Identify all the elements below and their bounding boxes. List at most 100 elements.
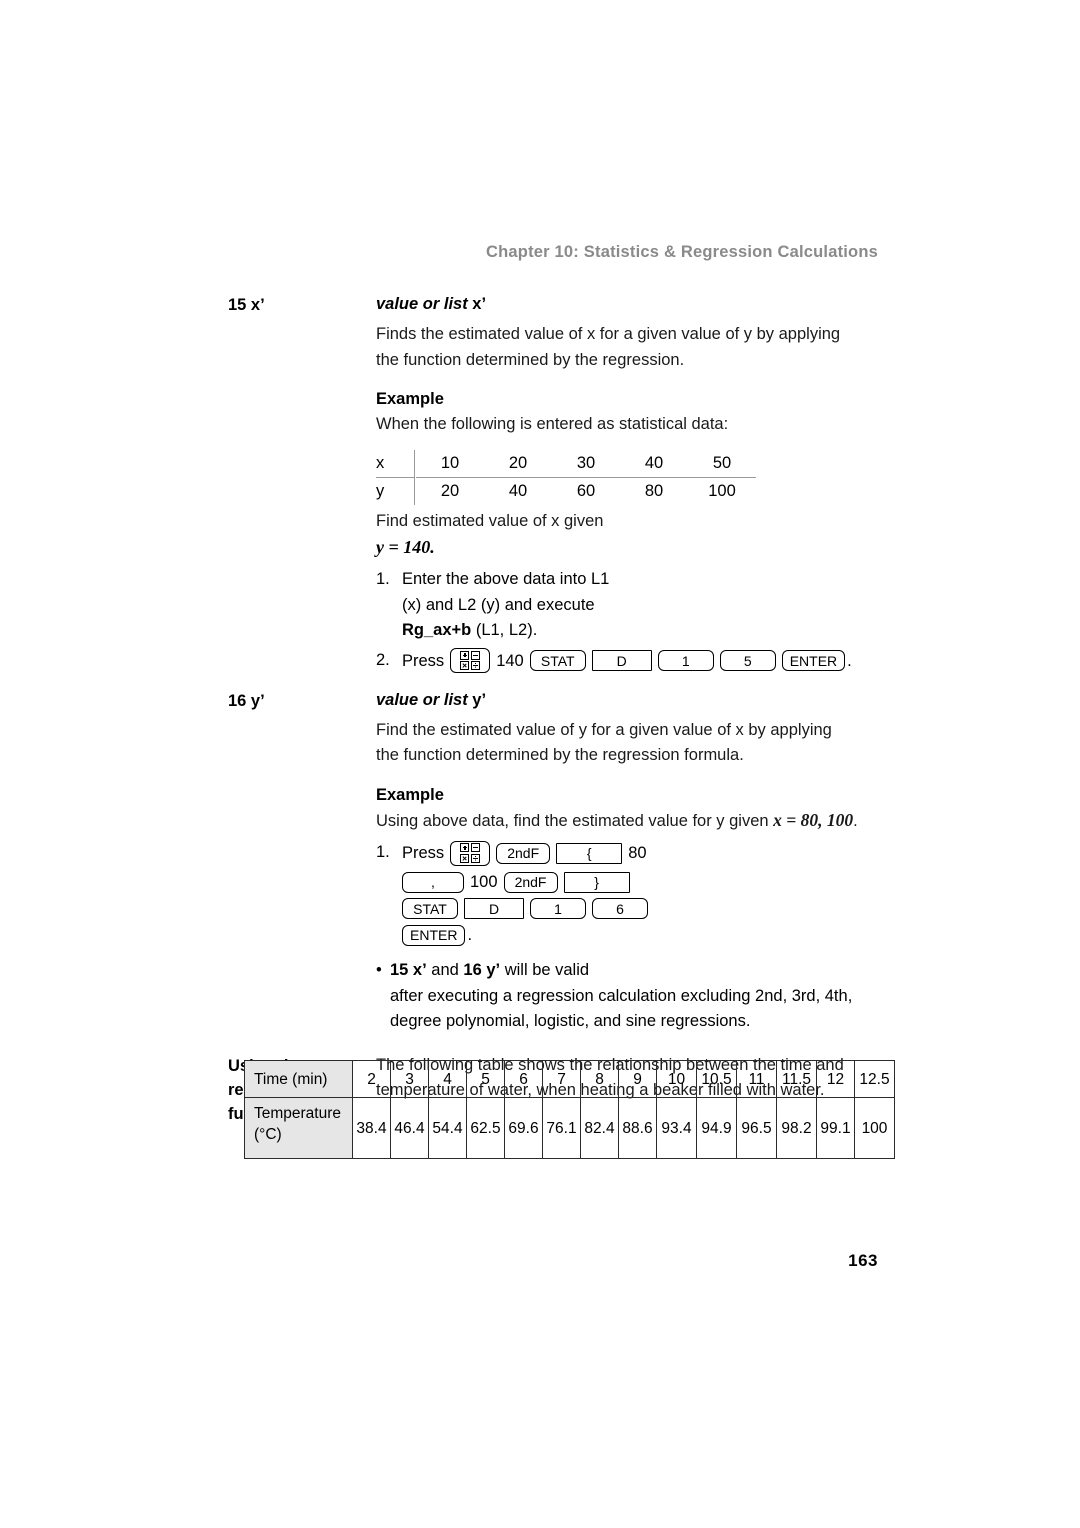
key-enter[interactable]: ENTER	[402, 924, 466, 946]
command-name: Rg_ax+b	[402, 621, 472, 639]
note-line-2: after executing a regression calculation…	[390, 986, 853, 1005]
key-d[interactable]: D	[591, 650, 652, 671]
step-number: 1.	[376, 570, 390, 588]
xy-cell: 40	[620, 449, 688, 478]
key-brace-open[interactable]: {	[556, 842, 623, 864]
table-cell-time: 6	[504, 1060, 543, 1098]
table-cell-temperature: 94.9	[696, 1097, 737, 1159]
key-6[interactable]: 6	[592, 898, 648, 919]
table-cell-temperature: 76.1	[542, 1097, 581, 1159]
key-stat[interactable]: STAT	[402, 898, 458, 919]
xy-cell: 30	[552, 449, 620, 478]
xy-cell: 20	[484, 449, 552, 478]
operator-grid	[460, 650, 480, 671]
divide-icon	[470, 853, 480, 863]
definition-title-y-prime: value or list y’	[376, 688, 888, 712]
key-5[interactable]: 5	[719, 650, 776, 671]
xy-data-table: x 10 20 30 40 50 y 20 40 60 80 100	[376, 449, 756, 505]
table-cell-temperature: 96.5	[736, 1097, 777, 1159]
table-cell-temperature: 99.1	[816, 1097, 855, 1159]
xy-cell: 50	[688, 449, 756, 478]
key-value-140: 140	[496, 651, 524, 670]
table-cell-time: 3	[390, 1060, 429, 1098]
table-cell-time: 11.5	[776, 1060, 817, 1098]
table-cell-temperature: 98.2	[776, 1097, 817, 1159]
table-cell-time: 7	[542, 1060, 581, 1098]
table-cell-time: 10.5	[696, 1060, 737, 1098]
key-comma[interactable]: ,	[402, 871, 464, 893]
example-heading-y-prime: Example	[376, 785, 444, 804]
table-row-temperature: Temperature (°C) 38.4 46.4 54.4 62.5 69.…	[244, 1097, 895, 1159]
example-text-pre: Using above data, find the estimated val…	[376, 811, 774, 830]
key-value-100: 100	[470, 873, 498, 891]
table-cell-temperature: 93.4	[656, 1097, 697, 1159]
xy-cell: 10	[416, 449, 484, 478]
example-intro-x-prime: When the following is entered as statist…	[376, 415, 729, 433]
definition-title-suffix: y’	[472, 690, 487, 709]
multiply-icon	[460, 853, 470, 863]
term-x-prime: 15 x’	[228, 296, 265, 314]
xy-cell: 60	[576, 481, 596, 500]
definition-title-x-prime: value or list x’	[376, 292, 888, 316]
table-cell-time: 5	[466, 1060, 505, 1098]
xy-cell: 100	[708, 481, 736, 500]
row-label-temperature-line2: (°C)	[254, 1126, 282, 1143]
section-y-prime-body: value or list y’ Find the estimated valu…	[328, 688, 888, 1035]
definition-title-italic: value or list	[376, 690, 468, 709]
plus-icon	[460, 843, 470, 853]
page-content: 15 x’ value or list x’ Finds the estimat…	[228, 292, 888, 1126]
row-label-time: Time (min)	[244, 1060, 353, 1098]
row-label-temperature: Temperature (°C)	[244, 1097, 353, 1159]
step-1-x-prime: 1. Enter the above data into L1	[376, 567, 888, 593]
key-sequence-line-1: Press 2ndF { 80	[402, 840, 888, 866]
table-cell-temperature: 54.4	[428, 1097, 467, 1159]
y-prime-description-line1: Find the estimated value of y for a give…	[376, 720, 832, 739]
minus-icon	[470, 650, 480, 660]
note-tail: will be valid	[500, 961, 590, 979]
step-text: Enter the above data into L1	[402, 570, 610, 588]
math-operator-grid-icon[interactable]	[450, 648, 491, 673]
key-stat[interactable]: STAT	[529, 650, 586, 671]
table-cell-time: 11	[736, 1060, 777, 1098]
divide-icon	[470, 661, 480, 671]
key-2ndf[interactable]: 2ndF	[503, 871, 558, 893]
page-number: 163	[848, 1251, 878, 1270]
note-ref-x-prime: 15 x’	[390, 961, 427, 979]
key-sequence-line-3: STAT D 1 6	[402, 898, 888, 919]
key-2ndf[interactable]: 2ndF	[496, 842, 551, 864]
row-label-temperature-line1: Temperature	[254, 1105, 342, 1122]
example-text-post: .	[853, 811, 858, 830]
example-text-y-prime: Using above data, find the estimated val…	[376, 808, 888, 835]
math-operator-grid-icon[interactable]	[450, 840, 491, 866]
key-value-80: 80	[628, 844, 647, 862]
key-enter[interactable]: ENTER	[781, 650, 846, 671]
section-y-prime: 16 y’ value or list y’ Find the estimate…	[228, 688, 888, 1035]
key-sequence-line-4: ENTER .	[402, 922, 888, 948]
operator-grid	[460, 843, 480, 863]
table-cell-time: 9	[618, 1060, 657, 1098]
find-estimated-line: Find estimated value of x given	[376, 511, 604, 530]
note-ref-y-prime: 16 y’	[463, 961, 501, 979]
press-label: Press	[402, 844, 445, 862]
term-y-prime: 16 y’	[228, 691, 265, 710]
key-1[interactable]: 1	[530, 898, 586, 919]
x-prime-description-line2: the function determined by the regressio…	[376, 350, 685, 369]
time-temperature-table-wrap: Time (min) 2 3 4 5 6 7 8 9 10 10.5 11 11…	[244, 1060, 895, 1159]
section-x-prime-body: value or list x’ Finds the estimated val…	[328, 292, 888, 674]
table-cell-time: 8	[580, 1060, 619, 1098]
key-1[interactable]: 1	[657, 650, 714, 671]
plus-icon	[460, 650, 470, 660]
step-number: 2.	[376, 650, 390, 669]
example-text-math: x = 80, 100	[773, 809, 854, 830]
table-cell-temperature: 38.4	[352, 1097, 391, 1159]
given-value-y: y = 140.	[376, 537, 435, 557]
xy-cell: 20	[440, 481, 460, 500]
note-conjunction: and	[426, 961, 464, 979]
key-d[interactable]: D	[464, 898, 524, 919]
table-cell-temperature: 46.4	[390, 1097, 429, 1159]
table-cell-time: 2	[352, 1060, 391, 1098]
table-cell-time: 12	[816, 1060, 855, 1098]
table-cell-temperature: 82.4	[580, 1097, 619, 1159]
table-cell-temperature: 62.5	[466, 1097, 505, 1159]
key-brace-close[interactable]: }	[563, 871, 630, 893]
